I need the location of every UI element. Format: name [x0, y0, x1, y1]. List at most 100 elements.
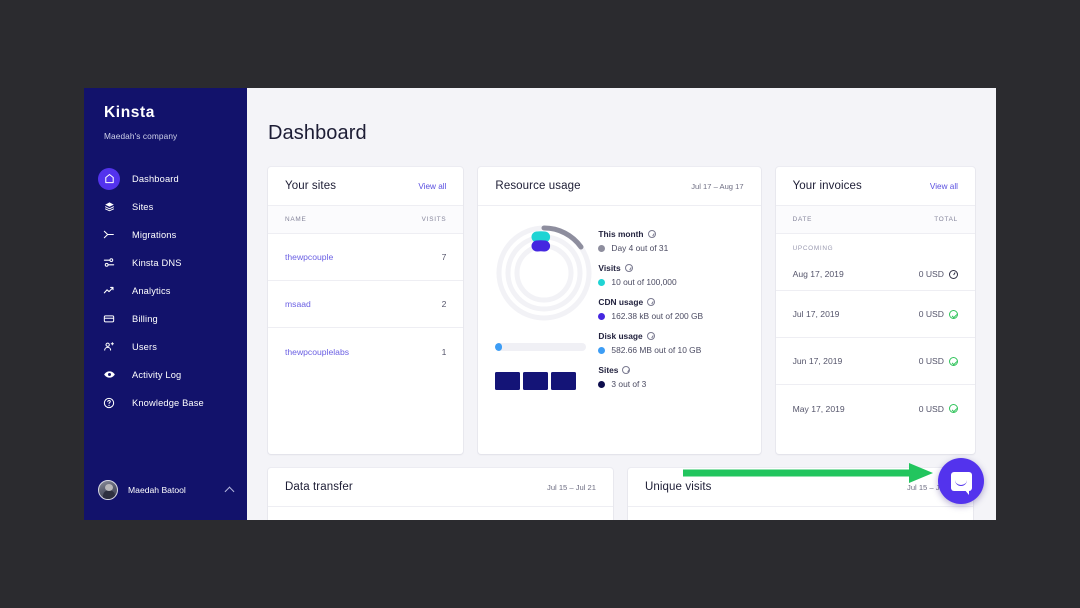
table-row[interactable]: thewpcouple 7 — [268, 234, 464, 281]
your-invoices-view-all-link[interactable]: View all — [930, 182, 958, 191]
sites-count-squares — [490, 372, 598, 390]
user-plus-icon — [98, 336, 120, 358]
metric-label: CDN usage — [598, 297, 644, 307]
card-title: Unique visits — [645, 481, 712, 493]
legend-dot — [598, 312, 606, 320]
table-row[interactable]: msaad 2 — [268, 281, 464, 328]
site-square — [551, 372, 577, 390]
metric-label: This month — [598, 229, 644, 239]
sidebar-item-label: Billing — [132, 313, 158, 324]
site-square — [495, 372, 521, 390]
invoice-amount: 0 USD — [918, 403, 944, 414]
sidebar-item-label: Analytics — [132, 285, 171, 296]
metric-label: Disk usage — [598, 331, 643, 341]
info-icon[interactable] — [647, 230, 656, 238]
question-circle-icon — [98, 392, 120, 414]
main-content: Dashboard Your sites View all NAME VISIT… — [247, 88, 996, 520]
sidebar-item-migrations[interactable]: Migrations — [84, 221, 247, 248]
sidebar-item-label: Sites — [132, 201, 154, 212]
usage-donut-chart — [496, 225, 592, 321]
sidebar: Kinsta Maedah's company Dashboard Sites — [84, 88, 247, 520]
sidebar-item-sites[interactable]: Sites — [84, 193, 247, 220]
sidebar-item-kinsta-dns[interactable]: Kinsta DNS — [84, 249, 247, 276]
metric-value: 3 out of 3 — [611, 379, 647, 389]
dashboard-top-row: Your sites View all NAME VISITS thewpcou… — [268, 167, 975, 454]
sidebar-item-knowledge-base[interactable]: Knowledge Base — [84, 389, 247, 416]
unique-visits-card: Unique visits Jul 15 – Jul 21 — [628, 468, 973, 520]
table-row[interactable]: thewpcouplelabs 1 — [268, 328, 463, 375]
info-icon[interactable] — [624, 264, 633, 272]
paid-check-icon — [949, 404, 958, 413]
sidebar-item-label: Kinsta DNS — [132, 257, 182, 268]
chat-bubble-icon — [950, 471, 972, 495]
legend-dot — [598, 278, 606, 286]
card-header: Data transfer Jul 15 – Jul 21 — [268, 468, 613, 507]
metric-value: 582.66 MB out of 10 GB — [611, 345, 702, 355]
intercom-chat-button[interactable] — [938, 458, 984, 504]
upcoming-badge: UPCOMING — [792, 245, 834, 252]
invoice-date: Jun 17, 2019 — [792, 356, 843, 366]
site-link[interactable]: thewpcouplelabs — [285, 347, 349, 357]
site-visits: 7 — [441, 252, 447, 262]
data-transfer-card: Data transfer Jul 15 – Jul 21 — [268, 468, 613, 520]
card-header: Unique visits Jul 15 – Jul 21 — [628, 468, 973, 507]
disk-usage-progress — [490, 343, 598, 351]
sidebar-item-activity-log[interactable]: Activity Log — [84, 361, 247, 388]
card-title: Data transfer — [285, 481, 353, 493]
card-title: Your invoices — [792, 180, 862, 192]
table-row[interactable]: May 17, 2019 0 USD — [776, 385, 975, 432]
resource-usage-legend: This month Day 4 out of 31 Visits 10 out… — [598, 214, 744, 399]
resource-usage-card: Resource usage Jul 17 – Aug 17 This mont… — [478, 167, 761, 454]
kinsta-dashboard-app: Kinsta Maedah's company Dashboard Sites — [84, 88, 996, 520]
table-row[interactable]: Jul 17, 2019 0 USD — [775, 291, 975, 338]
metric-sites: Sites 3 out of 3 — [598, 365, 744, 389]
info-icon[interactable] — [622, 366, 631, 374]
sidebar-item-label: Knowledge Base — [132, 397, 204, 408]
sidebar-item-analytics[interactable]: Analytics — [84, 277, 247, 304]
credit-card-icon — [98, 308, 120, 330]
legend-dot — [598, 380, 606, 388]
table-row[interactable]: Jun 17, 2019 0 USD — [775, 338, 975, 385]
column-header-name: NAME — [285, 216, 307, 223]
info-icon[interactable] — [647, 298, 656, 306]
card-title: Your sites — [285, 180, 337, 192]
invoice-total: 0 USD — [919, 309, 958, 319]
metric-cdn-usage: CDN usage 162.38 kB out of 200 GB — [598, 297, 744, 321]
metric-visits: Visits 10 out of 100,000 — [598, 263, 744, 287]
metric-this-month: This month Day 4 out of 31 — [598, 229, 744, 253]
metric-value: 10 out of 100,000 — [611, 277, 677, 287]
dns-sliders-icon — [98, 252, 120, 274]
your-invoices-card: Your invoices View all DATE TOTAL UPCOMI… — [775, 167, 975, 454]
sidebar-user-menu[interactable]: Maedah Batool — [84, 480, 247, 500]
resource-usage-date-range: Jul 17 – Aug 17 — [691, 181, 744, 191]
sidebar-item-billing[interactable]: Billing — [84, 305, 247, 332]
company-name: Maedah's company — [104, 131, 178, 141]
sidebar-item-users[interactable]: Users — [84, 333, 247, 360]
chevron-up-icon[interactable] — [224, 486, 235, 497]
info-icon[interactable] — [646, 332, 655, 340]
metric-label: Visits — [598, 263, 621, 273]
sidebar-item-dashboard[interactable]: Dashboard — [84, 165, 247, 192]
kinsta-logo: Kinsta — [104, 104, 155, 121]
sidebar-item-label: Users — [132, 341, 158, 352]
site-link[interactable]: msaad — [285, 299, 311, 309]
invoice-amount: 0 USD — [918, 356, 944, 366]
invoice-total: 0 USD — [919, 356, 958, 366]
dashboard-bottom-row: Data transfer Jul 15 – Jul 21 Unique vis… — [268, 468, 975, 520]
brand-block: Kinsta Maedah's company — [84, 88, 247, 141]
your-sites-card: Your sites View all NAME VISITS thewpcou… — [268, 167, 464, 454]
pending-icon[interactable] — [949, 269, 958, 279]
table-row[interactable]: UPCOMING Aug 17, 2019 0 USD — [775, 234, 975, 291]
invoice-total: 0 USD — [919, 404, 958, 414]
sidebar-item-label: Dashboard — [132, 173, 179, 184]
migration-icon — [98, 224, 120, 246]
smile-icon — [955, 480, 967, 486]
site-link[interactable]: thewpcouple — [285, 252, 333, 262]
page-title: Dashboard — [268, 122, 367, 144]
metric-value: 162.38 kB out of 200 GB — [611, 311, 704, 321]
trend-up-icon — [98, 280, 120, 302]
data-transfer-date-range: Jul 15 – Jul 21 — [547, 482, 596, 492]
your-sites-view-all-link[interactable]: View all — [418, 182, 446, 191]
card-title: Resource usage — [495, 180, 581, 192]
progress-track — [495, 343, 587, 351]
